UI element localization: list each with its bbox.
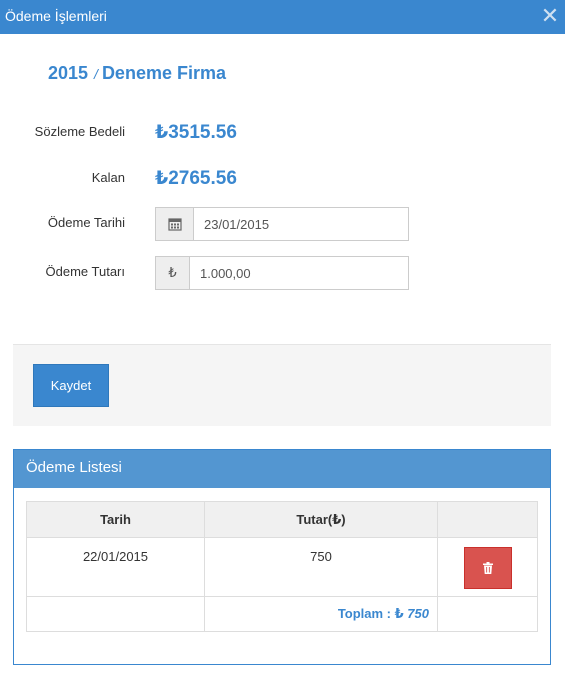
row-date: 22/01/2015 xyxy=(26,537,205,597)
page-heading: 2015 /Deneme Firma xyxy=(48,63,226,84)
payment-amount-group: ₺ xyxy=(155,256,409,290)
payment-amount-label: Ödeme Tutarı xyxy=(45,264,125,279)
delete-button[interactable] xyxy=(463,547,512,589)
heading-company: Deneme Firma xyxy=(101,63,226,83)
row-actions xyxy=(437,537,538,597)
form-actions-bar: Kaydet xyxy=(13,344,551,426)
column-header-date[interactable]: Tarih xyxy=(26,501,205,538)
contract-amount-value: ₺3515.56 xyxy=(155,122,237,143)
heading-separator: / xyxy=(94,66,98,82)
payment-date-input[interactable] xyxy=(194,208,408,240)
table-row: 22/01/2015 750 xyxy=(26,537,538,597)
dialog-titlebar: Ödeme İşlemleri ✕ xyxy=(0,0,565,34)
payment-table: Tarih Tutar(₺) 22/01/2015 750 Toplam: ₺… xyxy=(26,501,538,632)
payment-amount-input[interactable] xyxy=(190,257,408,289)
column-header-actions xyxy=(437,501,538,538)
payment-date-label: Ödeme Tarihi xyxy=(47,215,125,230)
payment-list-panel: Ödeme Listesi Tarih Tutar(₺) 22/01/2015 … xyxy=(13,449,551,665)
total-label: Toplam : ₺ xyxy=(337,606,404,621)
save-button[interactable]: Kaydet xyxy=(33,364,109,407)
remaining-amount-label: Kalan xyxy=(91,170,125,185)
dialog-title: Ödeme İşlemleri xyxy=(5,8,107,24)
column-header-amount[interactable]: Tutar(₺) xyxy=(204,501,438,538)
payment-date-group xyxy=(155,207,409,241)
remaining-amount-value: ₺2765.56 xyxy=(155,168,237,189)
total-cell: Toplam : ₺ 750 xyxy=(204,596,438,632)
contract-amount-label: Sözleme Bedeli xyxy=(34,124,125,139)
calendar-icon[interactable] xyxy=(156,208,194,240)
total-row: Toplam : ₺ 750 xyxy=(26,596,538,632)
row-amount: 750 xyxy=(204,537,438,597)
heading-year: 2015 xyxy=(48,63,89,83)
close-icon[interactable]: ✕ xyxy=(539,5,561,27)
payment-list-title: Ödeme Listesi xyxy=(14,450,550,488)
lira-icon: ₺ xyxy=(156,257,190,289)
trash-icon xyxy=(482,562,493,574)
total-value: 750 xyxy=(407,606,429,621)
